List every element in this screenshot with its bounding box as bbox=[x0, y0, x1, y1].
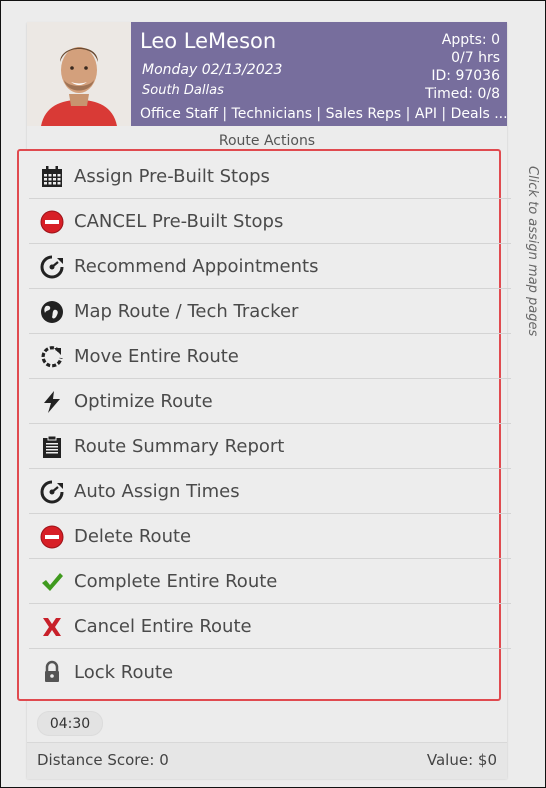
window-frame: Leo LeMeson Monday 02/13/2023 South Dall… bbox=[0, 0, 546, 788]
tech-name: Leo LeMeson bbox=[140, 29, 277, 53]
dial-arrow-icon bbox=[39, 479, 65, 505]
route-actions-label: Route Actions bbox=[218, 133, 316, 149]
appts-count: Appts: 0 bbox=[441, 32, 500, 48]
menu-item-label: Map Route / Tech Tracker bbox=[74, 301, 299, 322]
menu-item-label: Lock Route bbox=[74, 661, 174, 683]
no-entry-icon bbox=[39, 524, 65, 550]
menu-item-map-route[interactable]: Map Route / Tech Tracker bbox=[29, 290, 511, 334]
timed-count: Timed: 0/8 bbox=[425, 86, 500, 102]
time-chip[interactable]: 04:30 bbox=[37, 711, 103, 736]
rotate-icon bbox=[39, 344, 65, 370]
assign-map-pages-link[interactable]: Click to assign map pages bbox=[510, 166, 540, 466]
menu-item-label: Cancel Entire Route bbox=[74, 616, 252, 637]
clipboard-icon bbox=[39, 434, 65, 460]
menu-item-label: Optimize Route bbox=[74, 391, 213, 412]
check-icon bbox=[39, 569, 65, 595]
menu-item-label: CANCEL Pre-Built Stops bbox=[74, 211, 284, 232]
hours-count: 0/7 hrs bbox=[451, 50, 500, 66]
menu-item-route-summary-report[interactable]: Route Summary Report bbox=[29, 425, 511, 469]
menu-item-complete-entire-route[interactable]: Complete Entire Route bbox=[29, 560, 511, 604]
menu-item-cancel-pre-built-stops[interactable]: CANCEL Pre-Built Stops bbox=[29, 200, 511, 244]
menu-item-move-entire-route[interactable]: Move Entire Route bbox=[29, 335, 511, 379]
menu-item-recommend-appointments[interactable]: Recommend Appointments bbox=[29, 245, 511, 289]
x-icon bbox=[39, 614, 65, 640]
lock-icon bbox=[39, 659, 65, 685]
route-stats: Appts: 0 0/7 hrs ID: 97036 Timed: 0/8 bbox=[425, 31, 500, 103]
branch-name: South Dallas bbox=[142, 83, 224, 98]
distance-score: Distance Score: 0 bbox=[37, 751, 169, 769]
route-actions-menu: Assign Pre-Built Stops CANCEL Pre-Built … bbox=[17, 149, 511, 701]
menu-item-label: Auto Assign Times bbox=[74, 481, 240, 502]
route-value: Value: $0 bbox=[426, 751, 497, 769]
route-footer: Distance Score: 0 Value: $0 bbox=[27, 742, 507, 779]
route-date: Monday 02/13/2023 bbox=[142, 62, 283, 78]
menu-item-delete-route[interactable]: Delete Route bbox=[29, 515, 511, 559]
menu-item-label: Route Summary Report bbox=[74, 436, 285, 457]
menu-item-assign-pre-built-stops[interactable]: Assign Pre-Built Stops bbox=[29, 155, 511, 199]
tech-groups: Office Staff | Technicians | Sales Reps … bbox=[140, 106, 508, 122]
no-entry-icon bbox=[39, 209, 65, 235]
tech-id: ID: 97036 bbox=[431, 68, 500, 84]
menu-item-optimize-route[interactable]: Optimize Route bbox=[29, 380, 511, 424]
menu-item-label: Complete Entire Route bbox=[74, 571, 278, 592]
tech-header[interactable]: Leo LeMeson Monday 02/13/2023 South Dall… bbox=[27, 22, 508, 126]
menu-item-lock-route[interactable]: Lock Route bbox=[29, 650, 511, 694]
avatar bbox=[27, 22, 131, 126]
lightning-icon bbox=[39, 389, 65, 415]
globe-icon bbox=[39, 299, 65, 325]
menu-item-label: Move Entire Route bbox=[74, 346, 239, 367]
menu-item-cancel-entire-route[interactable]: Cancel Entire Route bbox=[29, 605, 511, 649]
menu-item-label: Delete Route bbox=[74, 526, 192, 547]
menu-item-label: Assign Pre-Built Stops bbox=[74, 166, 270, 187]
menu-item-auto-assign-times[interactable]: Auto Assign Times bbox=[29, 470, 511, 514]
menu-item-label: Recommend Appointments bbox=[74, 256, 319, 277]
avatar-photo-icon bbox=[27, 22, 131, 126]
calendar-icon bbox=[39, 164, 65, 190]
dial-arrow-icon bbox=[39, 254, 65, 280]
